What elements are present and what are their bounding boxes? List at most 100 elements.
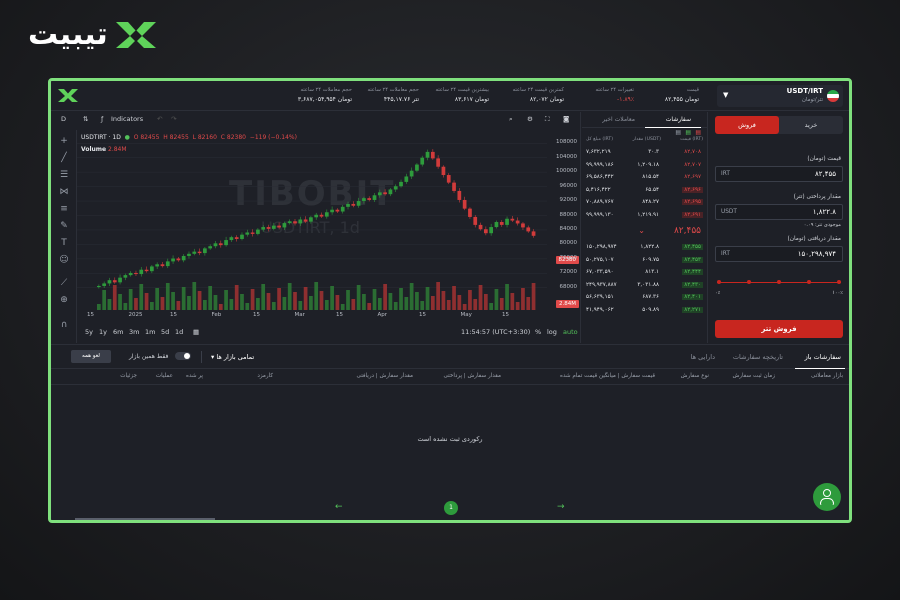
range-6m[interactable]: 6m [113,328,123,336]
toggle-label: فقط همین بازار [129,353,169,360]
orderbook-tabs: سفارشات معاملات اخیر [582,112,707,128]
trendline-icon[interactable]: ╱ [59,153,69,163]
log-toggle[interactable]: log [547,328,557,336]
ask-row[interactable]: ۸۲,۶۹۷ ۸۱۵.۵۴ ۶۹,۵۸۶,۴۴۲ [582,171,707,184]
parallel-lines-icon[interactable]: ☰ [59,170,69,180]
chart-clock[interactable]: 11:54:57 (UTC+3:30) [461,328,530,336]
candle [160,264,165,267]
volume-bar [102,290,107,310]
slider-stop[interactable] [837,280,841,284]
ask-row[interactable]: ۸۲,۶۹۱ ۱,۲۱۹.۹۱ ۹۹,۹۹۹,۱۳۰ [582,209,707,222]
prev-page-icon[interactable]: ← [335,502,343,512]
candle [489,227,493,234]
date-range-icon[interactable]: ▦ [193,328,199,336]
bid-row[interactable]: ۸۲,۴۰۱ ۶۸۷.۳۶ ۵۶,۶۳۹,۱۵۱ [582,291,707,304]
bid-row[interactable]: ۸۲,۲۷۱ ۵۰۹.۸۹ ۴۱,۹۴۹,۰۶۲ [582,304,707,317]
stat-value: ۸۳,۶۱۷ تومان [454,96,489,103]
candle [107,280,112,284]
compare-icon[interactable]: ⇅ [83,115,88,123]
page-number[interactable]: 1 [444,501,458,515]
price-input[interactable]: IRT ۸۲,۴۵۵ [715,166,843,182]
sell-view-icon[interactable]: ▤ [695,129,701,136]
ask-row[interactable]: ۸۲,۶۹۵ ۸۴۸.۲۷ ۷۰,۸۸۹,۷۶۷ [582,196,707,209]
candlestick-plot[interactable] [77,130,547,310]
pay-input[interactable]: USDT ۱,۸۲۲.۸ [715,204,843,220]
sell-submit-button[interactable]: فروش تتر [715,320,843,338]
col-amount: مقدار (USDT) [632,137,661,142]
emoji-icon[interactable]: ☺ [59,255,69,265]
ask-row[interactable]: ۸۲,۷۰۷ ۱,۲۰۹.۱۸ ۹۹,۹۹۹,۱۸۶ [582,159,707,172]
zoom-icon[interactable]: ⊕ [59,295,69,305]
range-1y[interactable]: 1y [99,328,107,336]
volume-bar [330,286,334,310]
receive-input[interactable]: IRT ۱۵۰,۲۹۸,۹۷۴ [715,246,843,262]
price-axis[interactable]: 82380 2.84M 108000 104000 100000 96000 92000… [547,130,581,310]
tab-recent-trades[interactable]: معاملات اخیر [602,116,635,123]
buy-tab[interactable]: خرید [779,116,843,134]
candle [128,272,133,276]
ask-row[interactable]: ۸۲,۷۰۸ ۳۰.۳ ۷,۶۳۲,۲۱۹ [582,146,707,159]
volume-bar [240,294,244,310]
slider-stop[interactable] [747,280,751,284]
support-chat-button[interactable] [813,483,841,511]
camera-icon[interactable]: ◙ [563,115,569,123]
all-view-icon[interactable]: ▤ [675,129,681,136]
slider-stop[interactable] [717,280,721,284]
range-5d[interactable]: 5d [161,328,169,336]
amount-slider[interactable] [717,280,841,285]
fib-icon[interactable]: ≡ [59,204,69,214]
exchange-logo-icon[interactable] [57,87,79,107]
volume-bar [483,294,488,310]
candle [303,219,308,222]
time-axis[interactable]: 15 2025 15 Feb 15 Mar 15 Apr 15 May 15 [77,310,547,320]
volume-bar [118,294,122,310]
slider-stop[interactable] [807,280,811,284]
slider-stop[interactable] [777,280,781,284]
interval-button[interactable]: D [61,115,66,123]
range-5y[interactable]: 5y [85,328,93,336]
bid-row[interactable]: ۸۲,۴۴۴ ۸۱۳.۱ ۶۷,۰۳۳,۵۹۰ [582,266,707,279]
sell-tab[interactable]: فروش [715,116,779,134]
undo-icon[interactable]: ↶ [157,115,162,123]
volume-bar [160,297,165,310]
candle [377,192,382,196]
bid-row[interactable]: ۸۲,۴۵۵ ۱,۸۲۲.۸ ۱۵۰,۲۹۸,۹۷۴ [582,241,707,254]
pattern-icon[interactable]: ⋈ [59,187,69,197]
fullscreen-icon[interactable]: ⛶ [545,115,550,124]
ruler-icon[interactable]: ⟋ [59,278,69,288]
redo-icon[interactable]: ↷ [171,115,176,123]
percent-toggle[interactable]: % [535,328,541,336]
magnet-icon[interactable]: ∩ [59,320,69,330]
ask-amount: ۸۴۸.۲۷ [642,199,659,205]
tab-assets[interactable]: دارایی ها [691,353,715,361]
ask-amount: ۱,۲۱۹.۹۱ [637,211,659,218]
text-tool-icon[interactable]: T [59,238,69,248]
auto-toggle[interactable]: auto [563,328,578,336]
horizontal-scrollbar[interactable] [75,518,215,520]
search-icon[interactable]: ⌕ [509,115,513,124]
price-value: ۸۲,۴۵۵ [814,170,836,178]
indicators-button[interactable]: Indicators [111,115,143,123]
cancel-all-button[interactable]: لغو همه [71,350,111,363]
mid-price-row: ۸۲,۴۵۵ ⌄ [582,221,707,241]
next-page-icon[interactable]: → [557,502,565,512]
brush-icon[interactable]: ✎ [59,221,69,231]
gear-icon[interactable]: ⚙ [527,115,533,123]
buy-view-icon[interactable]: ▤ [685,129,691,136]
tab-open-orders[interactable]: سفارشات باز [805,353,841,361]
only-this-market-toggle[interactable] [175,352,191,360]
candle [118,277,122,283]
range-3m[interactable]: 3m [129,328,139,336]
market-filter-dropdown[interactable]: ▾ تمامی بازار ها [211,353,254,361]
range-1m[interactable]: 1m [145,328,155,336]
volume-bar [388,293,393,310]
bid-row[interactable]: ۸۲,۴۵۳ ۶۰۹.۷۵ ۵۰,۲۷۵,۱۰۷ [582,254,707,267]
ask-row[interactable]: ۸۲,۶۹۶ ۶۵.۵۴ ۵,۴۱۶,۴۲۲ [582,184,707,197]
pair-selector[interactable]: USDT/IRT تتر/تومان ▼ [717,85,843,107]
tab-orders[interactable]: سفارشات [666,116,691,123]
crosshair-icon[interactable]: + [59,136,69,146]
range-1d[interactable]: 1d [175,328,183,336]
indicators-icon[interactable]: ƒ [101,115,103,123]
bid-row[interactable]: ۸۲,۴۳۰ ۳,۰۳۱.۸۸ ۲۴۹,۹۳۷,۸۸۷ [582,279,707,292]
tab-order-history[interactable]: تاریخچه سفارشات [733,353,783,361]
